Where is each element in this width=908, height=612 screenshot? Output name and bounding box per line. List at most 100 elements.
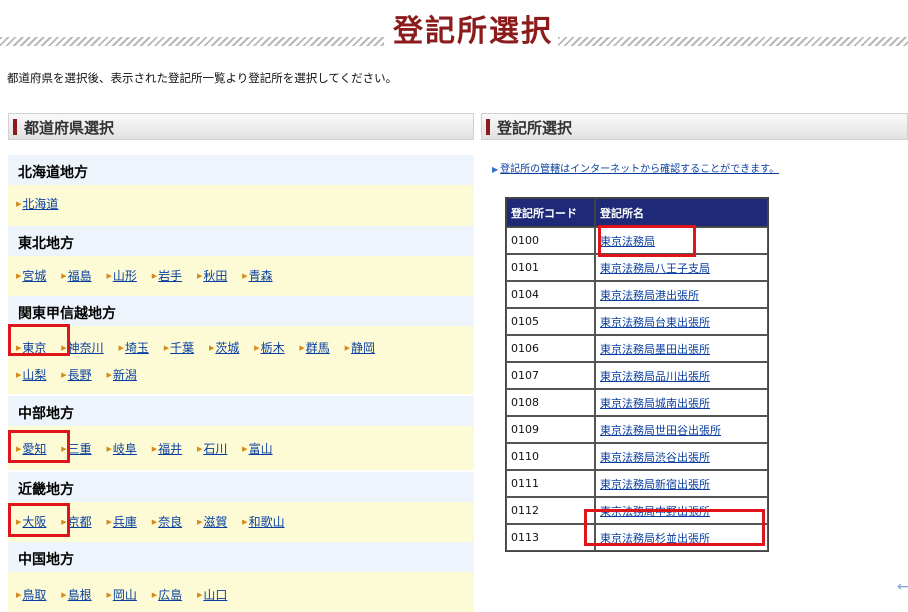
registry-name-cell: 東京法務局八王子支局 [595,254,768,281]
prefecture-link-gifu[interactable]: 岐阜 [106,442,137,456]
prefecture-link-tochigi[interactable]: 栃木 [254,341,285,355]
jurisdiction-info-link[interactable]: 登記所の管轄はインターネットから確認することができます。 [492,160,779,175]
prefecture-section-header: 都道府県選択 [8,113,474,140]
registry-link[interactable]: 東京法務局城南出張所 [600,397,710,410]
prefecture-link-kanagawa[interactable]: 神奈川 [61,341,104,355]
table-row: 0108 東京法務局城南出張所 [506,389,768,416]
region-title: 近畿地方 [18,482,74,498]
registry-code: 0107 [506,362,595,389]
registry-code: 0101 [506,254,595,281]
prefecture-link-niigata[interactable]: 新潟 [106,368,137,382]
registry-code: 0111 [506,470,595,497]
registry-name-cell: 東京法務局世田谷出張所 [595,416,768,443]
registry-name-cell: 東京法務局渋谷出張所 [595,443,768,470]
prefecture-link-aichi[interactable]: 愛知 [16,442,46,456]
registry-name-cell: 東京法務局台東出張所 [595,308,768,335]
region-hokkaido-links: 北海道 [8,185,474,226]
prefecture-link-shiga[interactable]: 滋賀 [197,515,227,529]
prefecture-link-okayama[interactable]: 岡山 [106,588,137,602]
column-header-code: 登記所コード [506,198,595,227]
registry-link[interactable]: 東京法務局新宿出張所 [600,478,710,491]
region-kanto-links: 東京 神奈川 埼玉 千葉 茨城 栃木 群馬 静岡 山梨 長野 新潟 [8,326,474,394]
prefecture-link-fukui[interactable]: 福井 [152,442,182,456]
region-title: 中部地方 [18,406,74,422]
prefecture-link-chiba[interactable]: 千葉 [164,341,194,355]
table-row: 0109 東京法務局世田谷出張所 [506,416,768,443]
table-row: 0106 東京法務局墨田出張所 [506,335,768,362]
registry-link[interactable]: 東京法務局中野出張所 [600,505,710,518]
region-hokkaido: 北海道地方 [8,155,474,185]
registry-name-cell: 東京法務局中野出張所 [595,497,768,524]
registry-code: 0106 [506,335,595,362]
prefecture-row: 大阪 京都 兵庫 奈良 滋賀 和歌山 [16,513,296,530]
prefecture-link-ishikawa[interactable]: 石川 [197,442,227,456]
registry-code: 0109 [506,416,595,443]
registry-link[interactable]: 東京法務局墨田出張所 [600,343,710,356]
table-row: 0113 東京法務局杉並出張所 [506,524,768,551]
region-kanto: 関東甲信越地方 [8,296,474,326]
registry-link[interactable]: 東京法務局世田谷出張所 [600,424,721,437]
region-chugoku: 中国地方 [8,542,474,572]
registry-link[interactable]: 東京法務局台東出張所 [600,316,710,329]
header-accent-bar [486,119,490,135]
registry-link[interactable]: 東京法務局港出張所 [600,289,699,302]
prefecture-link-hokkaido[interactable]: 北海道 [16,197,58,211]
region-chubu: 中部地方 [8,396,474,426]
title-hatch-left [0,37,384,46]
prefecture-link-shimane[interactable]: 島根 [61,588,92,602]
prefecture-link-wakayama[interactable]: 和歌山 [242,515,285,529]
region-kinki-links: 大阪 京都 兵庫 奈良 滋賀 和歌山 [8,502,474,542]
region-tohoku: 東北地方 [8,226,474,256]
registry-link[interactable]: 東京法務局杉並出張所 [600,532,710,545]
table-row: 0105 東京法務局台東出張所 [506,308,768,335]
region-title: 北海道地方 [18,165,88,181]
prefecture-link-hyogo[interactable]: 兵庫 [106,515,137,529]
prefecture-row: 北海道 [16,195,69,212]
prefecture-row: 鳥取 島根 岡山 広島 山口 [16,586,238,603]
registry-link[interactable]: 東京法務局渋谷出張所 [600,451,710,464]
prefecture-link-tottori[interactable]: 鳥取 [16,588,46,602]
prefecture-row: 東京 神奈川 埼玉 千葉 茨城 栃木 群馬 静岡 [16,339,386,356]
prefecture-link-yamagata[interactable]: 山形 [106,269,137,283]
prefecture-link-osaka[interactable]: 大阪 [16,515,46,529]
prefecture-link-nagano[interactable]: 長野 [61,368,92,382]
registry-name-cell: 東京法務局港出張所 [595,281,768,308]
registry-code: 0110 [506,443,595,470]
registry-section-title: 登記所選択 [497,119,573,137]
title-hatch-right [558,37,908,46]
prefecture-link-yamanashi[interactable]: 山梨 [16,368,46,382]
registry-link[interactable]: 東京法務局品川出張所 [600,370,710,383]
prefecture-link-tokyo[interactable]: 東京 [16,341,46,355]
prefecture-link-akita[interactable]: 秋田 [197,269,227,283]
registry-link[interactable]: 東京法務局 [600,235,655,248]
prefecture-link-toyama[interactable]: 富山 [242,442,273,456]
prefecture-link-iwate[interactable]: 岩手 [152,269,182,283]
registry-link[interactable]: 東京法務局八王子支局 [600,262,710,275]
prefecture-link-saitama[interactable]: 埼玉 [118,341,149,355]
registry-code: 0108 [506,389,595,416]
instruction-text: 都道府県を選択後、表示された登記所一覧より登記所を選択してください。 [7,71,398,85]
prefecture-link-shizuoka[interactable]: 静岡 [345,341,375,355]
registry-section-header: 登記所選択 [481,113,908,140]
prefecture-row: 宮城 福島 山形 岩手 秋田 青森 [16,267,284,284]
table-row: 0104 東京法務局港出張所 [506,281,768,308]
prefecture-link-hiroshima[interactable]: 広島 [152,588,182,602]
table-row: 0112 東京法務局中野出張所 [506,497,768,524]
prefecture-link-nara[interactable]: 奈良 [152,515,182,529]
prefecture-section-title: 都道府県選択 [24,119,115,137]
prefecture-link-kyoto[interactable]: 京都 [61,515,92,529]
prefecture-link-yamaguchi[interactable]: 山口 [197,588,227,602]
prefecture-link-ibaraki[interactable]: 茨城 [209,341,239,355]
prefecture-link-miyagi[interactable]: 宮城 [16,269,46,283]
arrow-left-icon[interactable]: ← [897,579,908,595]
prefecture-link-mie[interactable]: 三重 [61,442,92,456]
prefecture-link-fukushima[interactable]: 福島 [61,269,92,283]
table-row: 0100 東京法務局 [506,227,768,254]
header-accent-bar [13,119,17,135]
registry-name-cell: 東京法務局 [595,227,768,254]
registry-name-cell: 東京法務局新宿出張所 [595,470,768,497]
prefecture-link-gunma[interactable]: 群馬 [299,341,330,355]
prefecture-link-aomori[interactable]: 青森 [242,269,273,283]
title-band: 登記所選択 [0,14,908,50]
table-row: 0101 東京法務局八王子支局 [506,254,768,281]
